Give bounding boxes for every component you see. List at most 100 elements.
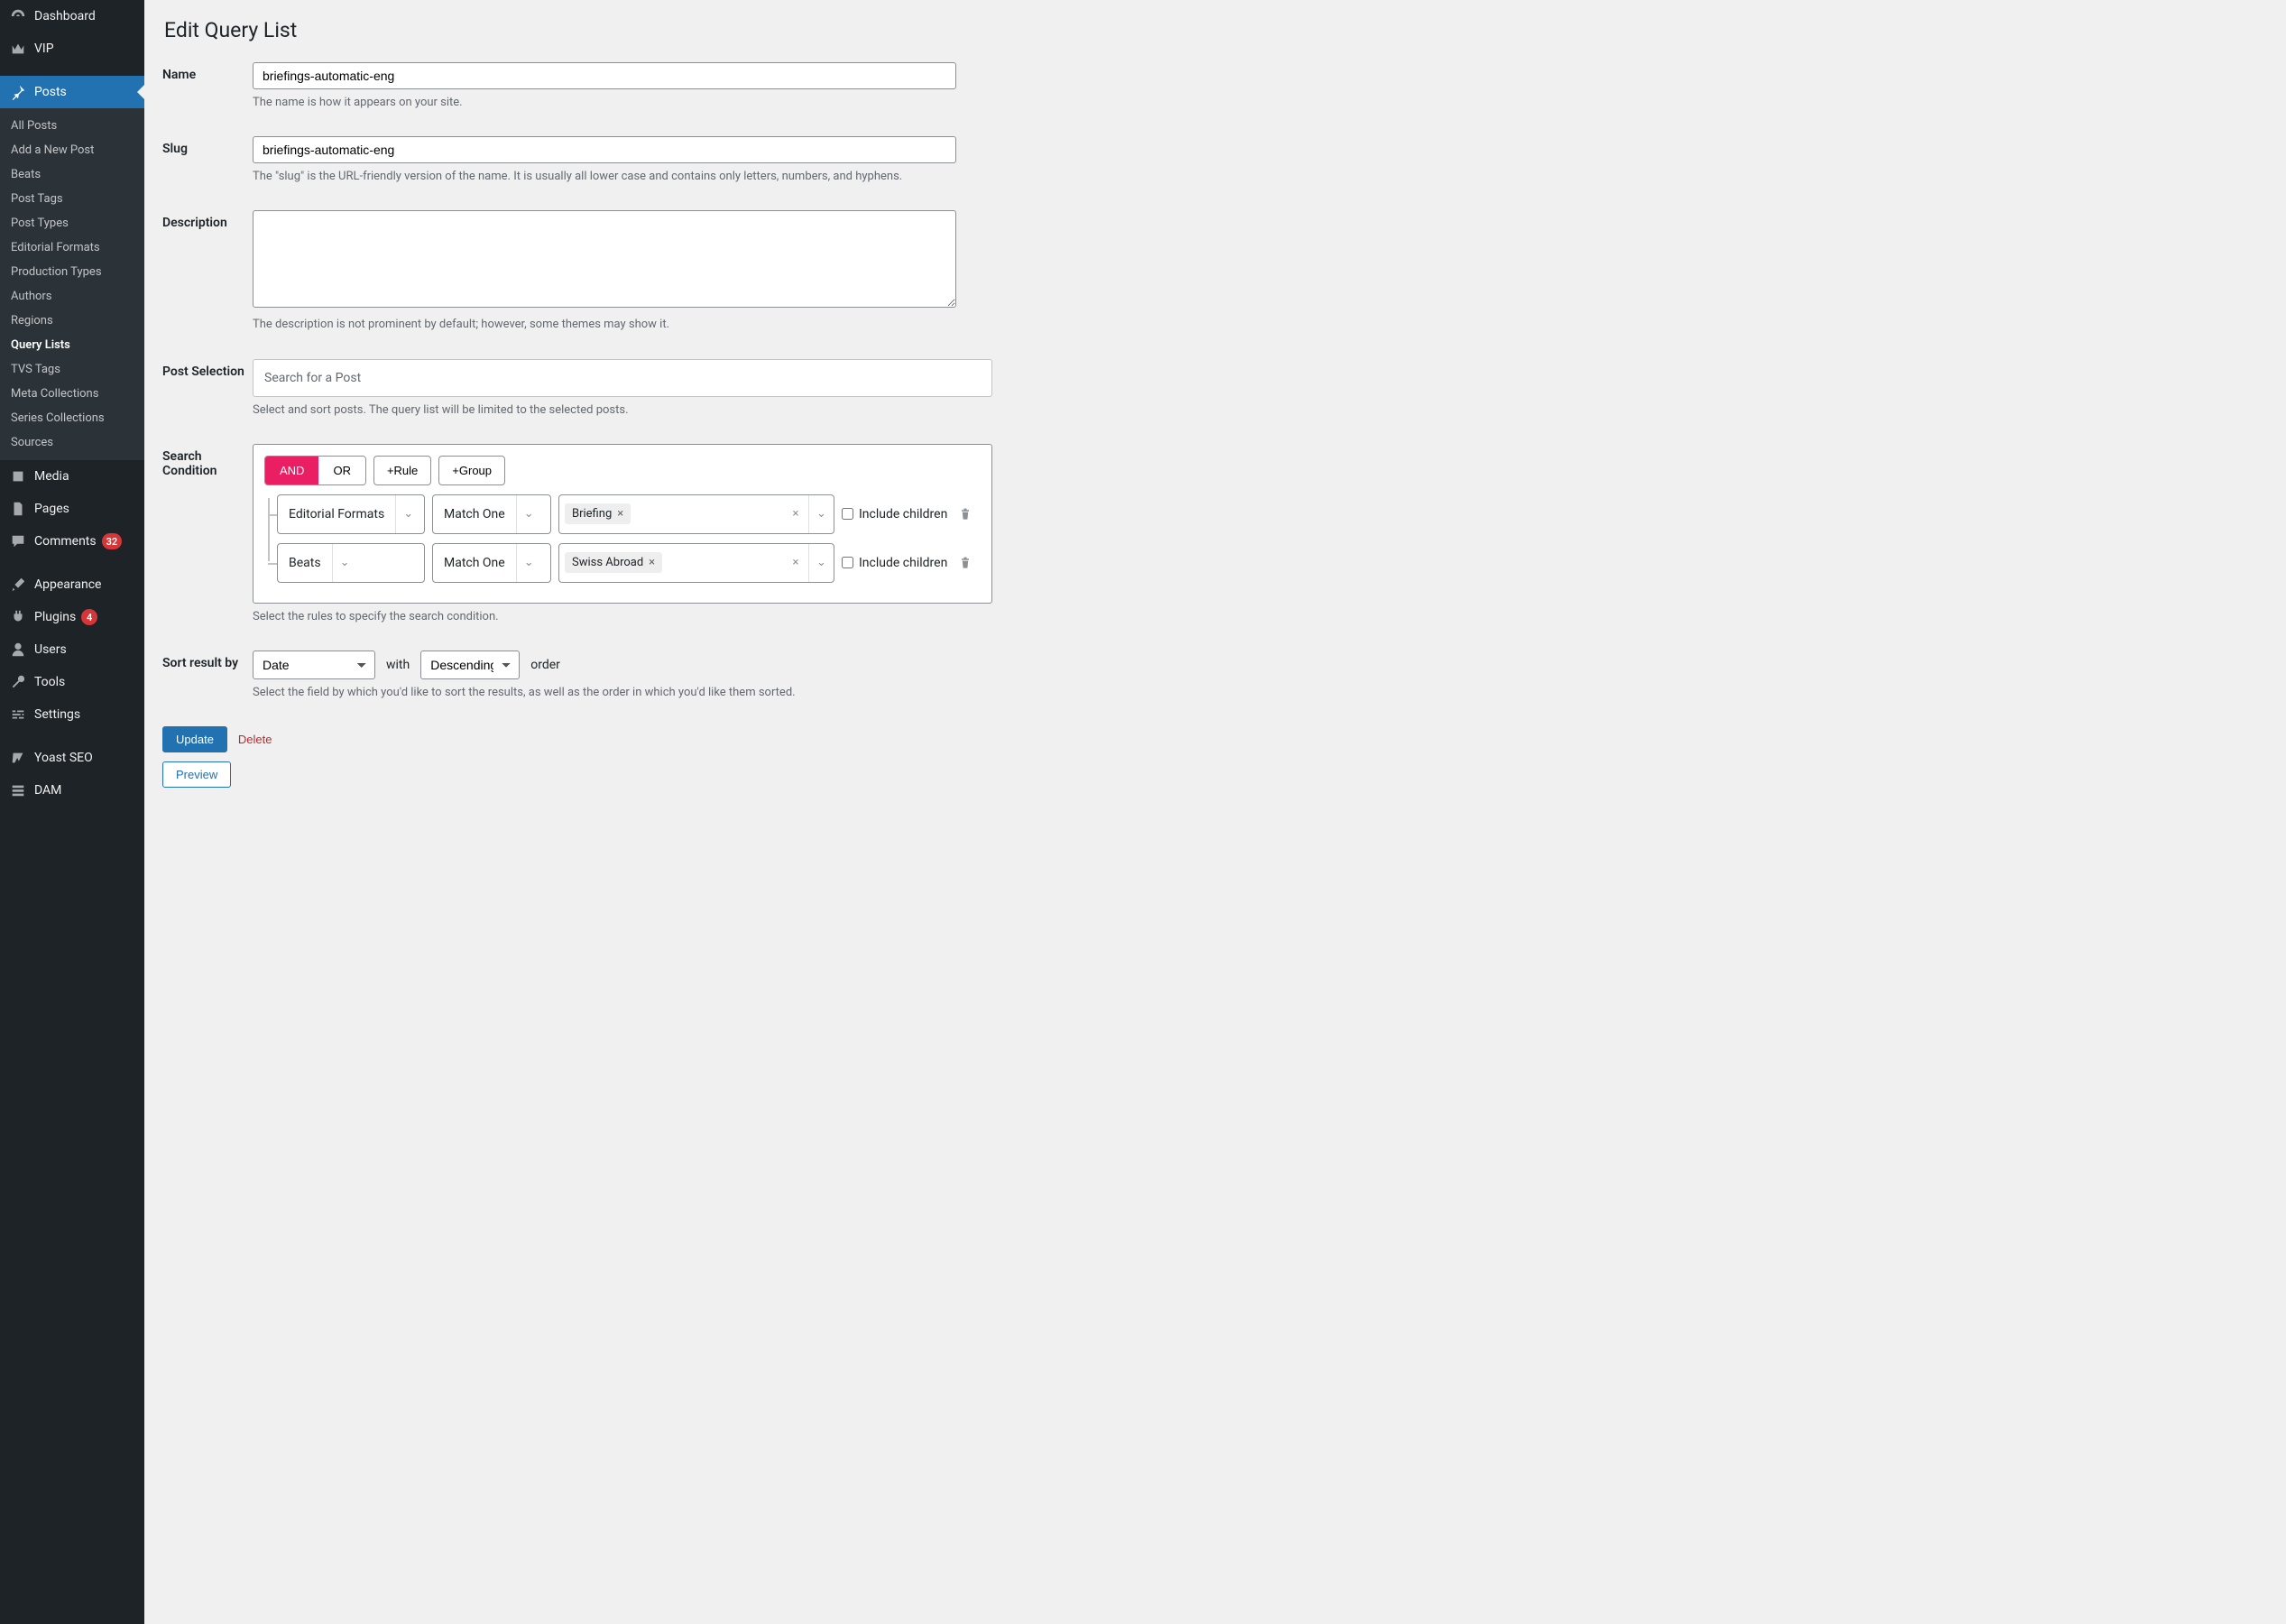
- clear-icon[interactable]: ×: [783, 556, 808, 569]
- slug-label: Slug: [162, 136, 253, 185]
- sidebar-subitem-editorial-formats[interactable]: Editorial Formats: [0, 235, 144, 260]
- sidebar-subitem-post-types[interactable]: Post Types: [0, 211, 144, 235]
- sidebar-item-label: Yoast SEO: [34, 751, 93, 765]
- sidebar-subitem-query-lists[interactable]: Query Lists: [0, 333, 144, 357]
- description-label: Description: [162, 210, 253, 333]
- slug-input[interactable]: [253, 136, 956, 163]
- sidebar-item-settings[interactable]: Settings: [0, 698, 144, 731]
- sidebar-item-label: DAM: [34, 783, 61, 798]
- rule-field-select[interactable]: Editorial Formats⌄: [277, 494, 425, 534]
- sidebar-item-posts[interactable]: Posts: [0, 76, 144, 108]
- preview-button[interactable]: Preview: [162, 761, 231, 788]
- sidebar-item-label: Posts: [34, 85, 67, 99]
- delete-button[interactable]: Delete: [238, 733, 272, 746]
- sidebar-item-label: Comments: [34, 534, 97, 549]
- sidebar-item-label: Media: [34, 469, 69, 484]
- sidebar-subitem-add-a-new-post[interactable]: Add a New Post: [0, 138, 144, 162]
- plug-icon: [9, 608, 27, 626]
- sidebar-submenu: All PostsAdd a New PostBeatsPost TagsPos…: [0, 108, 144, 460]
- include-children-checkbox[interactable]: [842, 557, 853, 568]
- page-title: Edit Query List: [164, 18, 2268, 42]
- logic-toggle: AND OR: [264, 456, 366, 485]
- rule-row: Editorial Formats⌄Match One⌄Briefing××⌄I…: [277, 494, 981, 534]
- description-textarea[interactable]: [253, 210, 956, 308]
- rule-op-select[interactable]: Match One⌄: [432, 543, 551, 583]
- sidebar-item-label: Plugins: [34, 610, 76, 624]
- clear-icon[interactable]: ×: [783, 507, 808, 521]
- sidebar-subitem-beats[interactable]: Beats: [0, 162, 144, 187]
- add-rule-button[interactable]: +Rule: [373, 456, 431, 485]
- include-children-label[interactable]: Include children: [842, 556, 947, 570]
- add-group-button[interactable]: +Group: [438, 456, 505, 485]
- rule-op-select[interactable]: Match One⌄: [432, 494, 551, 534]
- update-button[interactable]: Update: [162, 726, 227, 752]
- post-selection-desc: Select and sort posts. The query list wi…: [253, 402, 956, 419]
- brush-icon: [9, 576, 27, 594]
- badge: 4: [81, 609, 97, 625]
- logic-and-button[interactable]: AND: [265, 457, 318, 484]
- rule-field-value: Editorial Formats: [278, 507, 395, 521]
- rule-op-value: Match One: [433, 556, 516, 570]
- sidebar-item-tools[interactable]: Tools: [0, 666, 144, 698]
- rule-row: Beats⌄Match One⌄Swiss Abroad××⌄Include c…: [277, 543, 981, 583]
- post-selection-search[interactable]: Search for a Post: [253, 359, 992, 397]
- include-children-text: Include children: [859, 507, 947, 521]
- sidebar-item-pages[interactable]: Pages: [0, 493, 144, 525]
- sliders-icon: [9, 706, 27, 724]
- sidebar-item-label: Pages: [34, 502, 69, 516]
- sort-field-select[interactable]: Date: [253, 651, 375, 679]
- sidebar-subitem-series-collections[interactable]: Series Collections: [0, 406, 144, 430]
- name-input[interactable]: [253, 62, 956, 89]
- sidebar-subitem-authors[interactable]: Authors: [0, 284, 144, 309]
- user-icon: [9, 641, 27, 659]
- sidebar-item-label: Appearance: [34, 577, 101, 592]
- sidebar-item-label: Tools: [34, 675, 65, 689]
- sort-desc: Select the field by which you'd like to …: [253, 685, 956, 701]
- description-desc: The description is not prominent by defa…: [253, 317, 956, 333]
- search-condition-desc: Select the rules to specify the search c…: [253, 609, 956, 625]
- sidebar-subitem-post-tags[interactable]: Post Tags: [0, 187, 144, 211]
- tag-label: Briefing: [572, 507, 612, 521]
- sidebar-item-appearance[interactable]: Appearance: [0, 568, 144, 601]
- sidebar-item-plugins[interactable]: Plugins 4: [0, 601, 144, 633]
- sidebar-item-dashboard[interactable]: Dashboard: [0, 0, 144, 32]
- rule-field-select[interactable]: Beats⌄: [277, 543, 425, 583]
- chevron-down-icon[interactable]: ⌄: [808, 495, 834, 533]
- sidebar-subitem-production-types[interactable]: Production Types: [0, 260, 144, 284]
- trash-icon[interactable]: [954, 507, 976, 521]
- vip-icon: [9, 40, 27, 58]
- tag: Briefing ×: [565, 503, 631, 524]
- sort-order-text: order: [530, 658, 560, 672]
- sidebar-subitem-regions[interactable]: Regions: [0, 309, 144, 333]
- sidebar-item-label: Settings: [34, 707, 80, 722]
- sidebar-item-label: Dashboard: [34, 9, 96, 23]
- sidebar-subitem-sources[interactable]: Sources: [0, 430, 144, 455]
- sidebar-item-comments[interactable]: Comments32: [0, 525, 144, 558]
- tag-remove-icon[interactable]: ×: [617, 507, 623, 521]
- include-children-label[interactable]: Include children: [842, 507, 947, 521]
- logic-or-button[interactable]: OR: [318, 457, 365, 484]
- chevron-down-icon: ⌄: [516, 495, 541, 533]
- include-children-checkbox[interactable]: [842, 508, 853, 520]
- tag-label: Swiss Abroad: [572, 556, 643, 569]
- chevron-down-icon: ⌄: [395, 495, 420, 533]
- sort-direction-select[interactable]: Descending: [420, 651, 520, 679]
- sidebar-subitem-tvs-tags[interactable]: TVS Tags: [0, 357, 144, 382]
- rule-tags[interactable]: Swiss Abroad××⌄: [558, 543, 834, 583]
- rule-tags[interactable]: Briefing××⌄: [558, 494, 834, 534]
- name-desc: The name is how it appears on your site.: [253, 95, 956, 111]
- sidebar-item-users[interactable]: Users: [0, 633, 144, 666]
- sidebar-subitem-meta-collections[interactable]: Meta Collections: [0, 382, 144, 406]
- sidebar-item-vip[interactable]: VIP: [0, 32, 144, 65]
- admin-sidebar: Dashboard VIP Posts All PostsAdd a New Post…: [0, 0, 144, 1624]
- sidebar-item-label: VIP: [34, 42, 54, 56]
- slug-desc: The "slug" is the URL-friendly version o…: [253, 169, 956, 185]
- name-label: Name: [162, 62, 253, 111]
- sidebar-subitem-all-posts[interactable]: All Posts: [0, 114, 144, 138]
- sidebar-item-yoast-seo[interactable]: Yoast SEO: [0, 742, 144, 774]
- tag-remove-icon[interactable]: ×: [649, 556, 655, 569]
- trash-icon[interactable]: [954, 556, 976, 570]
- sidebar-item-media[interactable]: Media: [0, 460, 144, 493]
- sidebar-item-dam[interactable]: DAM: [0, 774, 144, 807]
- chevron-down-icon[interactable]: ⌄: [808, 544, 834, 582]
